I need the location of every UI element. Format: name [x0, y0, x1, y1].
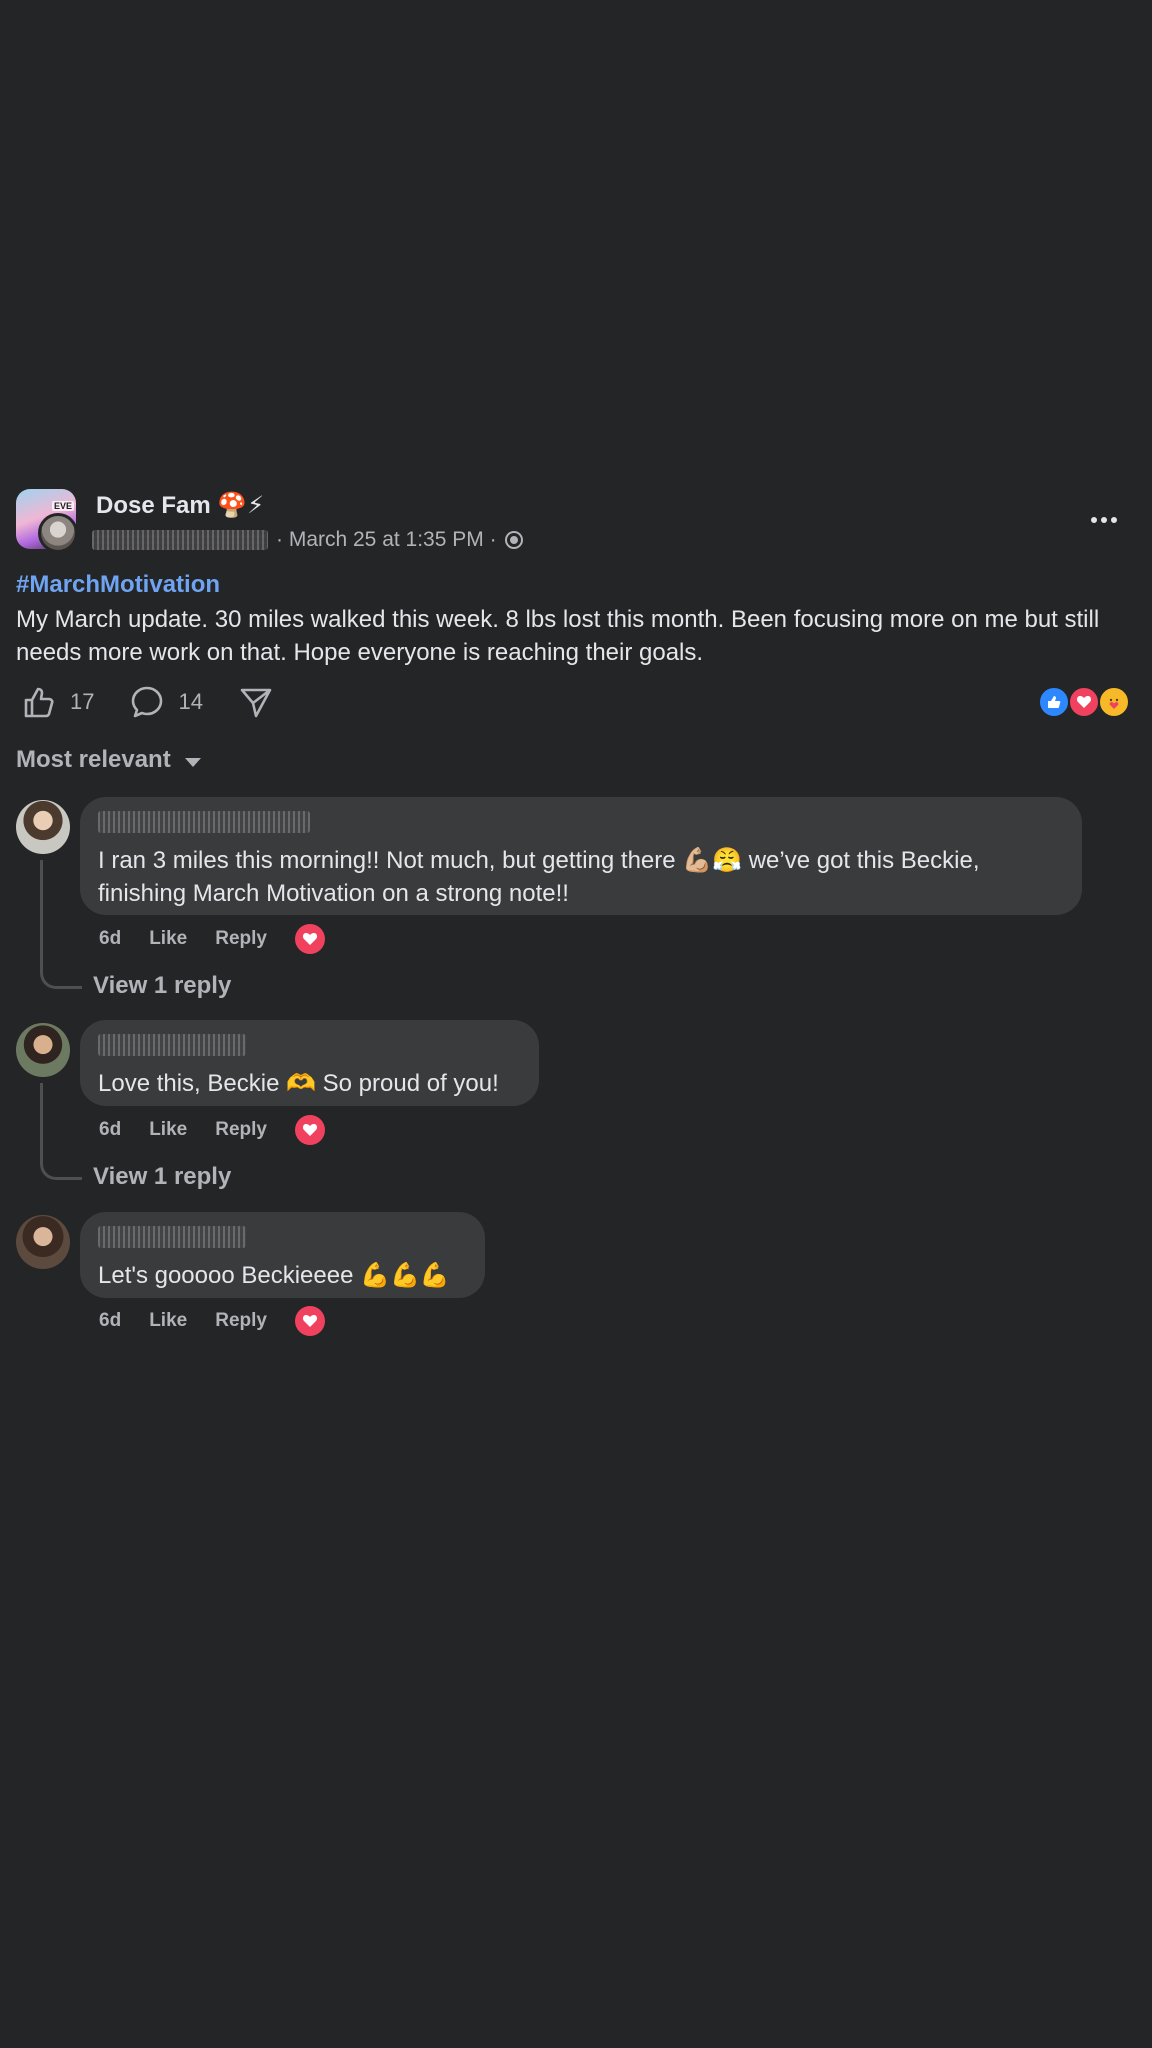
- author-name-redacted[interactable]: [92, 530, 268, 550]
- comment-text: Let's gooooo Beckieeee 💪💪💪: [98, 1262, 450, 1289]
- comment-time[interactable]: 6d: [99, 1119, 121, 1141]
- post-timestamp[interactable]: · March 25 at 1:35 PM ·: [276, 528, 497, 552]
- comment-time[interactable]: 6d: [99, 1310, 121, 1332]
- comment-button[interactable]: 14: [130, 685, 203, 719]
- love-reaction-icon: [1068, 686, 1100, 718]
- view-replies-link[interactable]: View 1 reply: [93, 972, 231, 1000]
- author-avatar[interactable]: [38, 513, 78, 553]
- reply-thread-line: [40, 860, 82, 989]
- comment-reply-button[interactable]: Reply: [215, 1119, 267, 1141]
- comment-reply-button[interactable]: Reply: [215, 928, 267, 950]
- comment-bubble[interactable]: Love this, Beckie 🫶 So proud of you!: [80, 1020, 539, 1106]
- like-count: 17: [70, 689, 95, 714]
- comment-reply-button[interactable]: Reply: [215, 1310, 267, 1332]
- group-name[interactable]: Dose Fam 🍄⚡: [96, 491, 264, 520]
- share-button[interactable]: [239, 685, 273, 719]
- post-meta: · March 25 at 1:35 PM ·: [92, 526, 523, 554]
- audience-icon: [504, 531, 523, 549]
- comment-like-button[interactable]: Like: [149, 1119, 187, 1141]
- commenter-avatar[interactable]: [16, 800, 70, 854]
- comment-text: Love this, Beckie 🫶 So proud of you!: [98, 1070, 499, 1097]
- comment-bubble-icon: [132, 686, 163, 718]
- commenter-avatar[interactable]: [16, 1023, 70, 1077]
- dot-icon: [1101, 517, 1107, 523]
- group-avatar[interactable]: EVE: [16, 489, 80, 553]
- commenter-name-redacted[interactable]: [98, 1226, 246, 1248]
- like-reaction-icon: [1038, 686, 1070, 718]
- comment-like-button[interactable]: Like: [149, 928, 187, 950]
- reply-thread-line: [40, 1083, 82, 1180]
- love-reaction-icon[interactable]: [294, 924, 325, 954]
- love-reaction-icon[interactable]: [294, 1115, 325, 1145]
- dot-icon: [1111, 517, 1117, 523]
- commenter-name-redacted[interactable]: [98, 811, 310, 833]
- commenter-name-redacted[interactable]: [98, 1034, 246, 1056]
- comment-actions: 6d Like Reply: [99, 924, 325, 954]
- like-button[interactable]: 17: [22, 685, 94, 719]
- thumbs-up-icon: [24, 687, 54, 718]
- share-icon: [240, 688, 272, 718]
- post-screen: EVE Dose Fam 🍄⚡ · March 25 at 1:35 PM · …: [0, 0, 1152, 2048]
- comment-time[interactable]: 6d: [99, 928, 121, 950]
- comment-sort-dropdown[interactable]: Most relevant: [16, 746, 201, 774]
- comment-text: I ran 3 miles this morning!! Not much, b…: [98, 847, 980, 907]
- view-replies-link[interactable]: View 1 reply: [93, 1163, 231, 1191]
- post-actions: 17 14: [22, 683, 309, 721]
- care-reaction-icon: [1098, 686, 1130, 718]
- comment-actions: 6d Like Reply: [99, 1306, 325, 1336]
- comment-actions: 6d Like Reply: [99, 1115, 325, 1145]
- comment-bubble[interactable]: I ran 3 miles this morning!! Not much, b…: [80, 797, 1082, 915]
- commenter-avatar[interactable]: [16, 1215, 70, 1269]
- dot-icon: [1091, 517, 1097, 523]
- caret-down-icon: [184, 757, 201, 767]
- post-text: My March update. 30 miles walked this we…: [16, 606, 1100, 666]
- avatar-tag: EVE: [51, 501, 74, 511]
- love-reaction-icon[interactable]: [294, 1306, 325, 1336]
- comment-like-button[interactable]: Like: [149, 1310, 187, 1332]
- reaction-summary[interactable]: [1038, 686, 1134, 718]
- comment-bubble[interactable]: Let's gooooo Beckieeee 💪💪💪: [80, 1212, 485, 1298]
- sort-label: Most relevant: [16, 746, 171, 773]
- more-options-button[interactable]: [1084, 502, 1124, 538]
- post-hashtag[interactable]: #MarchMotivation: [16, 571, 220, 599]
- comment-count: 14: [178, 689, 203, 714]
